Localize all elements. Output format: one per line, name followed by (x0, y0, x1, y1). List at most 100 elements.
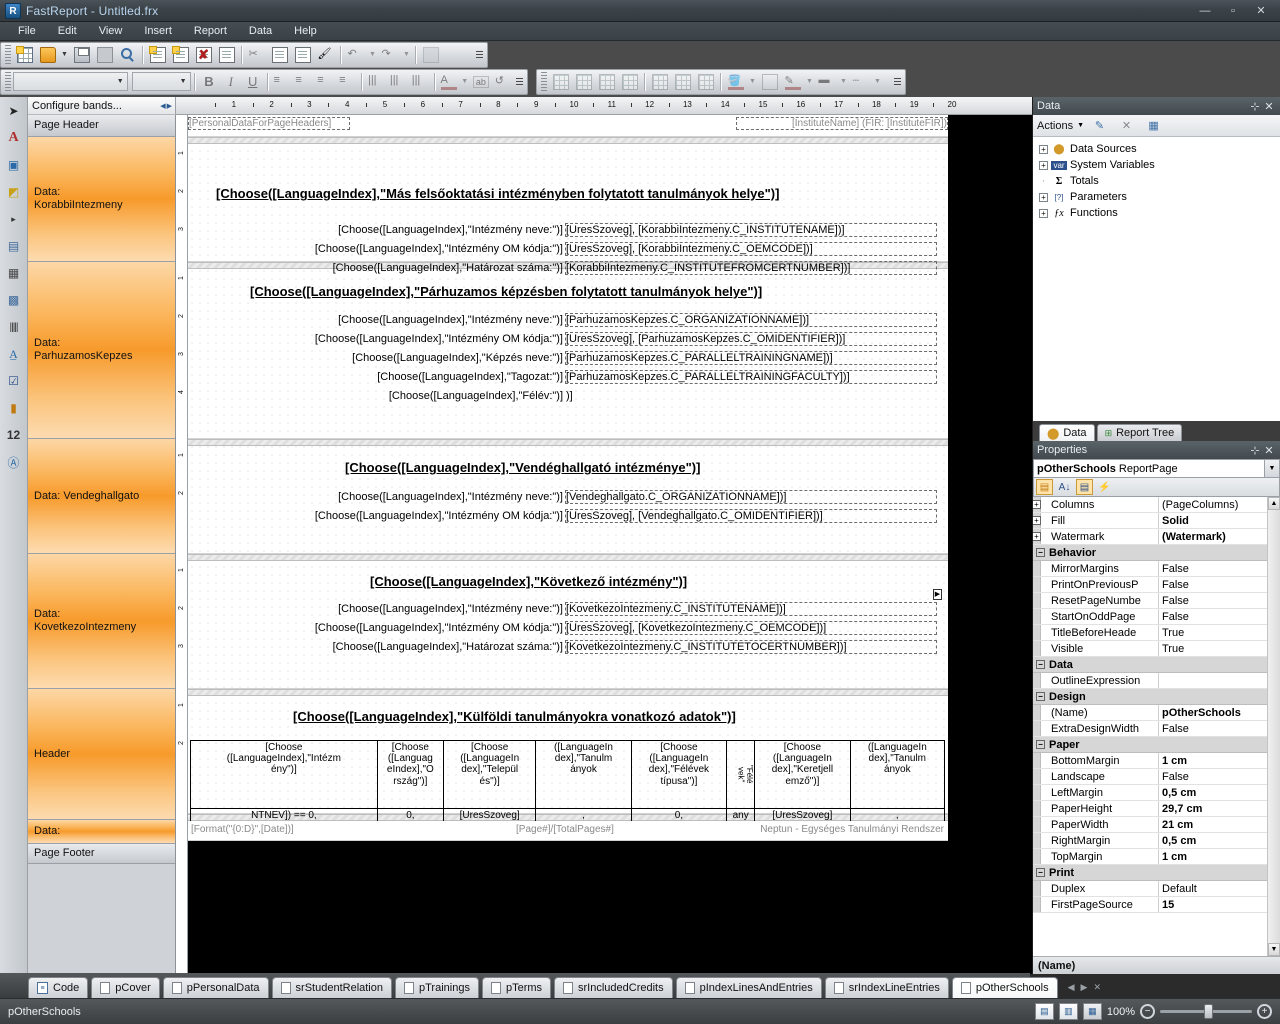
expander-icon[interactable]: + (1039, 144, 1048, 154)
field-label-4-1[interactable]: [Choose([LanguageIndex],"Intézmény neve:… (248, 603, 563, 615)
table-header-row[interactable]: [Choose ([LanguageIndex],"Intézm ény")][… (190, 740, 946, 809)
menu-file[interactable]: File (8, 23, 46, 39)
align-top-icon[interactable]: ||| (365, 71, 387, 93)
field-label-3-1[interactable]: [Choose([LanguageIndex],"Intézmény neve:… (248, 491, 563, 503)
align-justify-icon[interactable]: ≡ (336, 71, 358, 93)
data-tree-node[interactable]: + [?] Parameters (1039, 189, 1280, 205)
font-size-select[interactable]: ▼ (132, 72, 192, 91)
property-value[interactable]: Solid (1159, 513, 1267, 528)
edit-datasource-icon[interactable]: ✎ (1088, 115, 1111, 137)
page-tab-pterms[interactable]: pTerms (481, 977, 552, 998)
section-vendeghallgato[interactable]: [Choose([LanguageIndex],"Vendéghallgató … (188, 446, 948, 554)
view-data-icon[interactable]: ▦ (1142, 115, 1165, 137)
font-color-icon[interactable]: A (438, 71, 460, 93)
tab-report-tree[interactable]: ⊞ Report Tree (1096, 424, 1183, 441)
reset-format-icon[interactable]: ↺ (492, 71, 514, 93)
redo-dropdown-icon[interactable]: ▼ (401, 44, 412, 66)
band-page-header[interactable]: Page Header (28, 115, 175, 137)
scroll-up-icon[interactable]: ▲ (1268, 497, 1280, 510)
multi-page-view-icon[interactable]: ▥ (1058, 1003, 1078, 1020)
fill-color-icon[interactable]: 🪣 (724, 71, 747, 93)
menu-view[interactable]: View (89, 23, 133, 39)
undo-dropdown-icon[interactable]: ▼ (367, 44, 378, 66)
events-icon[interactable]: ⚡ (1096, 479, 1113, 495)
pin-icon[interactable]: ⊹ (1248, 100, 1262, 113)
open-report-icon[interactable] (36, 44, 59, 66)
property-value[interactable]: 0,5 cm (1159, 833, 1267, 848)
actions-label[interactable]: Actions (1037, 120, 1073, 132)
toolbar-overflow-icon[interactable] (473, 44, 485, 66)
border-outer-icon[interactable] (572, 71, 595, 93)
field-label-2-5[interactable]: [Choose([LanguageIndex],"Félév:")] (248, 390, 563, 402)
property-value[interactable]: pOtherSchools (1159, 705, 1267, 720)
property-row[interactable]: + Columns (PageColumns) (1033, 497, 1267, 513)
barcode-object-tool[interactable]: ||||| (4, 317, 24, 337)
line-style-dropdown-icon[interactable]: ▼ (872, 71, 883, 93)
property-value[interactable]: False (1159, 769, 1267, 784)
field-label-3-2[interactable]: [Choose([LanguageIndex],"Intézmény OM kó… (248, 510, 563, 522)
new-page-icon[interactable] (146, 44, 169, 66)
report-canvas[interactable]: [PersonalDataForPageHeaders] [InstituteN… (188, 115, 1032, 974)
collapse-icon[interactable]: − (1036, 548, 1045, 557)
field-value-3-2[interactable]: [UresSzoveg], [Vendeghallgato.C_OMIDENTI… (565, 509, 937, 523)
section-kovetkezo-intezmeny[interactable]: [Choose([LanguageIndex],"Következő intéz… (188, 561, 948, 689)
save-all-icon[interactable] (93, 44, 116, 66)
report-page-surface[interactable]: [PersonalDataForPageHeaders] [InstituteN… (188, 115, 948, 841)
page-tab-srindexlineentries[interactable]: srIndexLineEntries (824, 977, 949, 998)
line-color-dropdown-icon[interactable]: ▼ (804, 71, 815, 93)
expander-icon[interactable]: + (1033, 532, 1041, 541)
band-data-empty[interactable]: Data: (28, 820, 175, 844)
property-value[interactable] (1159, 673, 1267, 688)
border-none-icon[interactable] (618, 71, 641, 93)
property-value[interactable]: False (1159, 593, 1267, 608)
align-middle-icon[interactable]: ||| (387, 71, 409, 93)
table-header-cell[interactable]: [Choose ([Languag eIndex],"O rszág")] (376, 740, 444, 809)
section-title-3[interactable]: [Choose([LanguageIndex],"Vendéghallgató … (345, 460, 700, 475)
property-row[interactable]: FirstPageSource 15 (1033, 897, 1267, 913)
ungroup-icon[interactable] (442, 44, 465, 66)
zoom-slider[interactable] (1160, 1004, 1252, 1019)
paste-icon[interactable] (291, 44, 314, 66)
chevron-down-icon[interactable]: ▼ (1264, 460, 1279, 477)
open-report-dropdown-icon[interactable]: ▼ (59, 44, 70, 66)
expander-icon[interactable]: + (1033, 516, 1041, 525)
italic-icon[interactable]: I (220, 71, 242, 93)
property-value[interactable]: 15 (1159, 897, 1267, 912)
property-row[interactable]: PaperHeight 29,7 cm (1033, 801, 1267, 817)
field-value-2-2[interactable]: [UresSzoveg], [ParhuzamosKepzes.C_OMIDEN… (565, 332, 937, 346)
property-value[interactable]: Default (1159, 881, 1267, 896)
zoom-out-button[interactable]: − (1140, 1004, 1155, 1019)
collapse-icon[interactable]: − (1036, 660, 1045, 669)
categorized-icon[interactable]: ▤ (1036, 479, 1053, 495)
single-page-view-icon[interactable]: ▤ (1034, 1003, 1054, 1020)
page-tab-ppersonaldata[interactable]: pPersonalData (162, 977, 269, 998)
page-tab-pcover[interactable]: pCover (91, 977, 160, 998)
save-report-icon[interactable] (70, 44, 93, 66)
property-value[interactable]: 1 cm (1159, 753, 1267, 768)
field-value-1-2[interactable]: [UresSzoveg], [KorabbiIntezmeny.C_OEMCOD… (565, 242, 937, 256)
expander-icon[interactable]: + (1039, 160, 1048, 170)
band-header[interactable]: Header (28, 689, 175, 820)
fill-color-dropdown-icon[interactable]: ▼ (747, 71, 758, 93)
page-footer-center-object[interactable]: [Page#]/[TotalPages#] (516, 824, 614, 835)
menu-data[interactable]: Data (239, 23, 282, 39)
expander-icon[interactable]: + (1033, 500, 1041, 509)
bold-icon[interactable]: B (198, 71, 220, 93)
property-value[interactable]: (Watermark) (1159, 529, 1267, 544)
property-row[interactable]: + Watermark (Watermark) (1033, 529, 1267, 545)
field-label-4-2[interactable]: [Choose([LanguageIndex],"Intézmény OM kó… (248, 622, 563, 634)
property-grid-scrollbar[interactable]: ▲ ▼ (1267, 497, 1280, 956)
border-bottom-icon[interactable] (671, 71, 694, 93)
pin-icon[interactable]: ⊹ (1248, 444, 1262, 457)
section-korabbi-intezmeny[interactable]: [Choose([LanguageIndex],"Más felsőoktatá… (188, 144, 948, 275)
zoom-in-button[interactable]: + (1257, 1004, 1272, 1019)
font-color-dropdown-icon[interactable]: ▼ (459, 71, 469, 93)
expander-icon[interactable]: + (1039, 208, 1048, 218)
property-row[interactable]: PaperWidth 21 cm (1033, 817, 1267, 833)
digits-object-tool[interactable]: 12 (4, 425, 24, 445)
section-parhuzamos-kepzes[interactable]: [Choose([LanguageIndex],"Párhuzamos képz… (188, 269, 948, 439)
menu-insert[interactable]: Insert (134, 23, 182, 39)
band-scroll-arrows[interactable]: ◀ ▶ (160, 102, 175, 110)
menu-edit[interactable]: Edit (48, 23, 87, 39)
table-header-cell[interactable]: [Choose ([LanguageIndex],"Intézm ény")] (190, 740, 378, 809)
